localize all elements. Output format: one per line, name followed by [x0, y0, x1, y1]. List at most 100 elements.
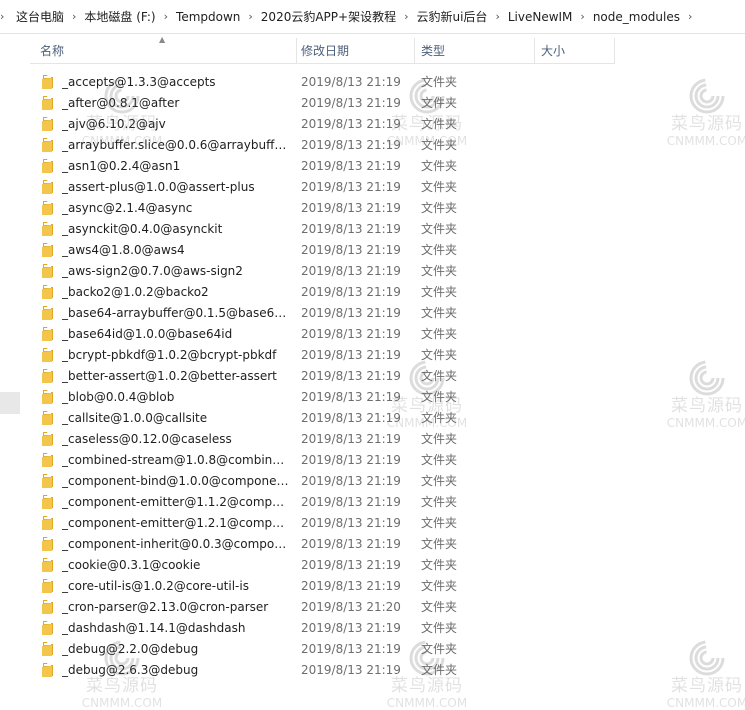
breadcrumb-item[interactable]: LiveNewIM ›	[502, 10, 587, 24]
file-type: 文件夹	[421, 558, 458, 572]
breadcrumb-item[interactable]: node_modules ›	[587, 10, 695, 24]
file-name: _base64id@1.0.0@base64id	[62, 326, 233, 341]
file-date: 2019/8/13 21:19	[301, 578, 401, 593]
chevron-right-icon[interactable]: ›	[0, 10, 10, 23]
column-header-size[interactable]: 大小	[535, 38, 615, 63]
watermark-title: 菜鸟源码	[671, 676, 743, 696]
file-row[interactable]: _ajv@6.10.2@ajv 2019/8/13 21:19 文件夹	[30, 113, 630, 134]
address-bar[interactable]: › 这台电脑 › 本地磁盘 (F:) › Tempdown › 2020云豹APP+架设教程…	[0, 0, 745, 34]
file-row[interactable]: _caseless@0.12.0@caseless 2019/8/13 21:19…	[30, 428, 630, 449]
watermark-logo-icon	[689, 78, 725, 114]
file-name: _cookie@0.3.1@cookie	[62, 557, 201, 572]
file-row[interactable]: _accepts@1.3.3@accepts 2019/8/13 21:19 文件夹	[30, 71, 630, 92]
folder-icon	[42, 326, 53, 341]
file-row[interactable]: _bcrypt-pbkdf@1.0.2@bcrypt-pbkdf 2019/8/1…	[30, 344, 630, 365]
file-row[interactable]: _debug@2.6.3@debug 2019/8/13 21:19 文件夹	[30, 659, 630, 680]
watermark-url: CNMMM.COM	[81, 696, 163, 710]
chevron-right-icon[interactable]: ›	[493, 10, 501, 23]
folder-icon	[42, 221, 53, 236]
chevron-right-icon[interactable]: ›	[686, 10, 694, 23]
file-name: _assert-plus@1.0.0@assert-plus	[62, 179, 255, 194]
file-row[interactable]: _debug@2.2.0@debug 2019/8/13 21:19 文件夹	[30, 638, 630, 659]
file-date: 2019/8/13 21:19	[301, 200, 401, 215]
breadcrumb-item[interactable]: 这台电脑 ›	[10, 8, 78, 25]
file-type: 文件夹	[421, 264, 458, 278]
chevron-right-icon[interactable]: ›	[162, 10, 170, 23]
file-row[interactable]: _assert-plus@1.0.0@assert-plus 2019/8/13 …	[30, 176, 630, 197]
chevron-right-icon[interactable]: ›	[578, 10, 586, 23]
file-row[interactable]: _cookie@0.3.1@cookie 2019/8/13 21:19 文件夹	[30, 554, 630, 575]
file-name: _callsite@1.0.0@callsite	[62, 410, 208, 425]
sort-up-arrow-icon: ▲	[159, 35, 166, 44]
file-row[interactable]: _dashdash@1.14.1@dashdash 2019/8/13 21:19…	[30, 617, 630, 638]
file-row[interactable]: _backo2@1.0.2@backo2 2019/8/13 21:19 文件夹	[30, 281, 630, 302]
folder-icon	[42, 431, 53, 446]
file-name: _after@0.8.1@after	[62, 95, 180, 110]
file-type: 文件夹	[421, 285, 458, 299]
file-type: 文件夹	[421, 96, 458, 110]
file-row[interactable]: _base64-arraybuffer@0.1.5@base64-... 2019…	[30, 302, 630, 323]
watermark-url: CNMMM.COM	[666, 696, 745, 710]
breadcrumb-item[interactable]: 云豹新ui后台 ›	[410, 8, 501, 25]
watermark: 菜鸟源码 CNMMM.COM	[665, 78, 745, 148]
folder-icon	[42, 578, 53, 593]
watermark-logo-icon	[689, 640, 725, 676]
breadcrumb-item-label: Tempdown	[176, 9, 241, 24]
file-row[interactable]: _combined-stream@1.0.8@combined... 2019/8…	[30, 449, 630, 470]
file-row[interactable]: _base64id@1.0.0@base64id 2019/8/13 21:19 文…	[30, 323, 630, 344]
file-row[interactable]: _component-emitter@1.1.2@compon... 2019/8…	[30, 491, 630, 512]
file-row[interactable]: _component-inherit@0.0.3@compon... 2019/8…	[30, 533, 630, 554]
file-row[interactable]: _component-emitter@1.2.1@compon... 2019/8…	[30, 512, 630, 533]
file-date: 2019/8/13 21:19	[301, 263, 401, 278]
breadcrumb-item[interactable]: 本地磁盘 (F:) ›	[78, 8, 170, 25]
column-header-name[interactable]: ▲ 名称	[30, 35, 297, 63]
file-type: 文件夹	[421, 642, 458, 656]
file-date: 2019/8/13 21:19	[301, 431, 401, 446]
file-row[interactable]: _core-util-is@1.0.2@core-util-is 2019/8/1…	[30, 575, 630, 596]
file-name: _accepts@1.3.3@accepts	[62, 74, 216, 89]
file-name: _aws4@1.8.0@aws4	[62, 242, 185, 257]
breadcrumb-item-label: 云豹新ui后台	[416, 10, 488, 24]
file-name: _arraybuffer.slice@0.0.6@arraybuffer....	[62, 137, 290, 152]
file-date: 2019/8/13 21:19	[301, 557, 401, 572]
file-row[interactable]: _aws4@1.8.0@aws4 2019/8/13 21:19 文件夹	[30, 239, 630, 260]
file-row[interactable]: _cron-parser@2.13.0@cron-parser 2019/8/13…	[30, 596, 630, 617]
folder-icon	[42, 179, 53, 194]
chevron-right-icon[interactable]: ›	[70, 10, 78, 23]
file-list: _accepts@1.3.3@accepts 2019/8/13 21:19 文件夹…	[30, 71, 630, 680]
chevron-right-icon[interactable]: ›	[246, 10, 254, 23]
file-type: 文件夹	[421, 348, 458, 362]
folder-icon	[42, 662, 53, 677]
folder-icon	[42, 263, 53, 278]
file-row[interactable]: _arraybuffer.slice@0.0.6@arraybuffer....…	[30, 134, 630, 155]
column-header-date[interactable]: 修改日期	[297, 38, 415, 63]
file-date: 2019/8/13 21:19	[301, 158, 401, 173]
file-type: 文件夹	[421, 159, 458, 173]
column-header-type[interactable]: 类型	[415, 38, 535, 63]
column-header-date-label: 修改日期	[301, 44, 350, 58]
file-name: _dashdash@1.14.1@dashdash	[62, 620, 246, 635]
file-row[interactable]: _asynckit@0.4.0@asynckit 2019/8/13 21:19 文…	[30, 218, 630, 239]
file-row[interactable]: _callsite@1.0.0@callsite 2019/8/13 21:19 文…	[30, 407, 630, 428]
file-row[interactable]: _better-assert@1.0.2@better-assert 2019/8…	[30, 365, 630, 386]
file-name: _debug@2.2.0@debug	[62, 641, 199, 656]
file-date: 2019/8/13 21:19	[301, 137, 401, 152]
breadcrumb-item[interactable]: Tempdown ›	[170, 10, 255, 24]
file-row[interactable]: _async@2.1.4@async 2019/8/13 21:19 文件夹	[30, 197, 630, 218]
file-type: 文件夹	[421, 138, 458, 152]
breadcrumb: 这台电脑 › 本地磁盘 (F:) › Tempdown › 2020云豹APP+架设教程 › 云…	[10, 8, 694, 25]
file-date: 2019/8/13 21:19	[301, 116, 401, 131]
file-row[interactable]: _component-bind@1.0.0@componen... 2019/8/…	[30, 470, 630, 491]
file-row[interactable]: _asn1@0.2.4@asn1 2019/8/13 21:19 文件夹	[30, 155, 630, 176]
file-row[interactable]: _aws-sign2@0.7.0@aws-sign2 2019/8/13 21:1…	[30, 260, 630, 281]
file-row[interactable]: _blob@0.0.4@blob 2019/8/13 21:19 文件夹	[30, 386, 630, 407]
chevron-right-icon[interactable]: ›	[402, 10, 410, 23]
navigation-pane-edge[interactable]	[0, 392, 20, 414]
folder-icon	[42, 284, 53, 299]
watermark-url: CNMMM.COM	[386, 696, 468, 710]
file-type: 文件夹	[421, 621, 458, 635]
breadcrumb-item[interactable]: 2020云豹APP+架设教程 ›	[255, 8, 411, 25]
file-row[interactable]: _after@0.8.1@after 2019/8/13 21:19 文件夹	[30, 92, 630, 113]
file-name: _better-assert@1.0.2@better-assert	[62, 368, 277, 383]
folder-icon	[42, 473, 53, 488]
